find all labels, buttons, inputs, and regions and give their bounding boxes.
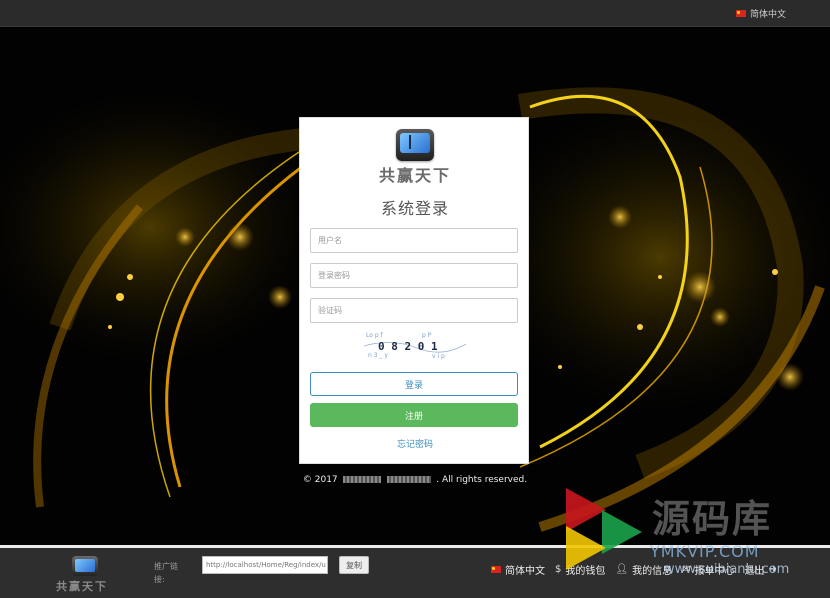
copyright: © 2017 . All rights reserved. — [300, 475, 530, 485]
nav-wallet[interactable]: $ 我的钱包 — [555, 562, 605, 577]
username-placeholder: 用户名 — [318, 236, 342, 245]
nav-my-info-label: 我的信息 — [632, 566, 673, 577]
user-icon: 👤︎ — [615, 564, 629, 575]
nav-logout-label: 退出 — [744, 566, 765, 577]
copyright-suffix: . All rights reserved. — [436, 475, 528, 485]
captcha-image[interactable]: Lo p f p P n 3 _ y v i p 0 8 2 0 1 — [362, 328, 468, 360]
captcha-input[interactable]: 验证码 — [310, 298, 518, 323]
login-card: 共赢天下 系统登录 用户名 登录密码 验证码 Lo p f p P n 3 _ … — [299, 117, 529, 464]
promo-label: 推广链接: — [154, 562, 178, 584]
language-switcher-top[interactable]: 简体中文 — [735, 7, 786, 20]
nav-language[interactable]: 简体中文 — [491, 562, 545, 577]
footer-nav: 简体中文 $ 我的钱包 👤︎ 我的信息 ✉ 报单中心 退出 ➜ — [491, 562, 777, 577]
svg-text:n 3 _ y: n 3 _ y — [368, 352, 388, 359]
nav-my-info[interactable]: 👤︎ 我的信息 — [615, 562, 672, 577]
footer-logo-icon — [72, 556, 98, 576]
register-button[interactable]: 注册 — [310, 403, 518, 427]
nav-wallet-label: 我的钱包 — [565, 566, 606, 577]
captcha-placeholder: 验证码 — [318, 306, 342, 315]
nav-language-label: 简体中文 — [505, 566, 545, 577]
copyright-prefix: © 2017 — [302, 475, 338, 485]
language-label: 简体中文 — [749, 10, 786, 20]
page-title: 系统登录 — [380, 199, 449, 218]
footer-brand: 共赢天下 — [56, 580, 108, 593]
logout-icon: ➜ — [768, 564, 777, 575]
top-bar: 简体中文 — [0, 0, 830, 27]
redacted-text — [387, 476, 432, 483]
promo-link-input[interactable]: http://localhost/Home/Reg/index/u — [202, 556, 328, 574]
svg-text:Lo p f: Lo p f — [366, 332, 384, 339]
dollar-icon: $ — [555, 564, 562, 575]
forgot-password-link[interactable]: 忘记密码 — [300, 437, 530, 450]
app-logo-icon — [396, 129, 434, 161]
nav-logout[interactable]: 退出 ➜ — [744, 562, 776, 577]
captcha-code: 0 8 2 0 1 — [378, 340, 438, 353]
username-input[interactable]: 用户名 — [310, 228, 518, 253]
password-input[interactable]: 登录密码 — [310, 263, 518, 288]
envelope-icon: ✉ — [682, 564, 691, 575]
footer-bar: 共赢天下 推广链接: http://localhost/Home/Reg/ind… — [0, 548, 830, 598]
redacted-text — [342, 476, 381, 483]
brand-name: 共赢天下 — [378, 166, 451, 185]
nav-order-center[interactable]: ✉ 报单中心 — [682, 562, 734, 577]
china-flag-icon — [491, 566, 501, 573]
copy-button[interactable]: 复制 — [339, 556, 369, 574]
nav-order-center-label: 报单中心 — [694, 566, 735, 577]
login-button[interactable]: 登录 — [310, 372, 518, 396]
china-flag-icon — [735, 10, 746, 17]
promo-link-value: http://localhost/Home/Reg/index/u — [206, 561, 326, 569]
password-placeholder: 登录密码 — [318, 271, 350, 280]
svg-text:v i p: v i p — [432, 353, 445, 360]
svg-text:p P: p P — [422, 332, 432, 339]
